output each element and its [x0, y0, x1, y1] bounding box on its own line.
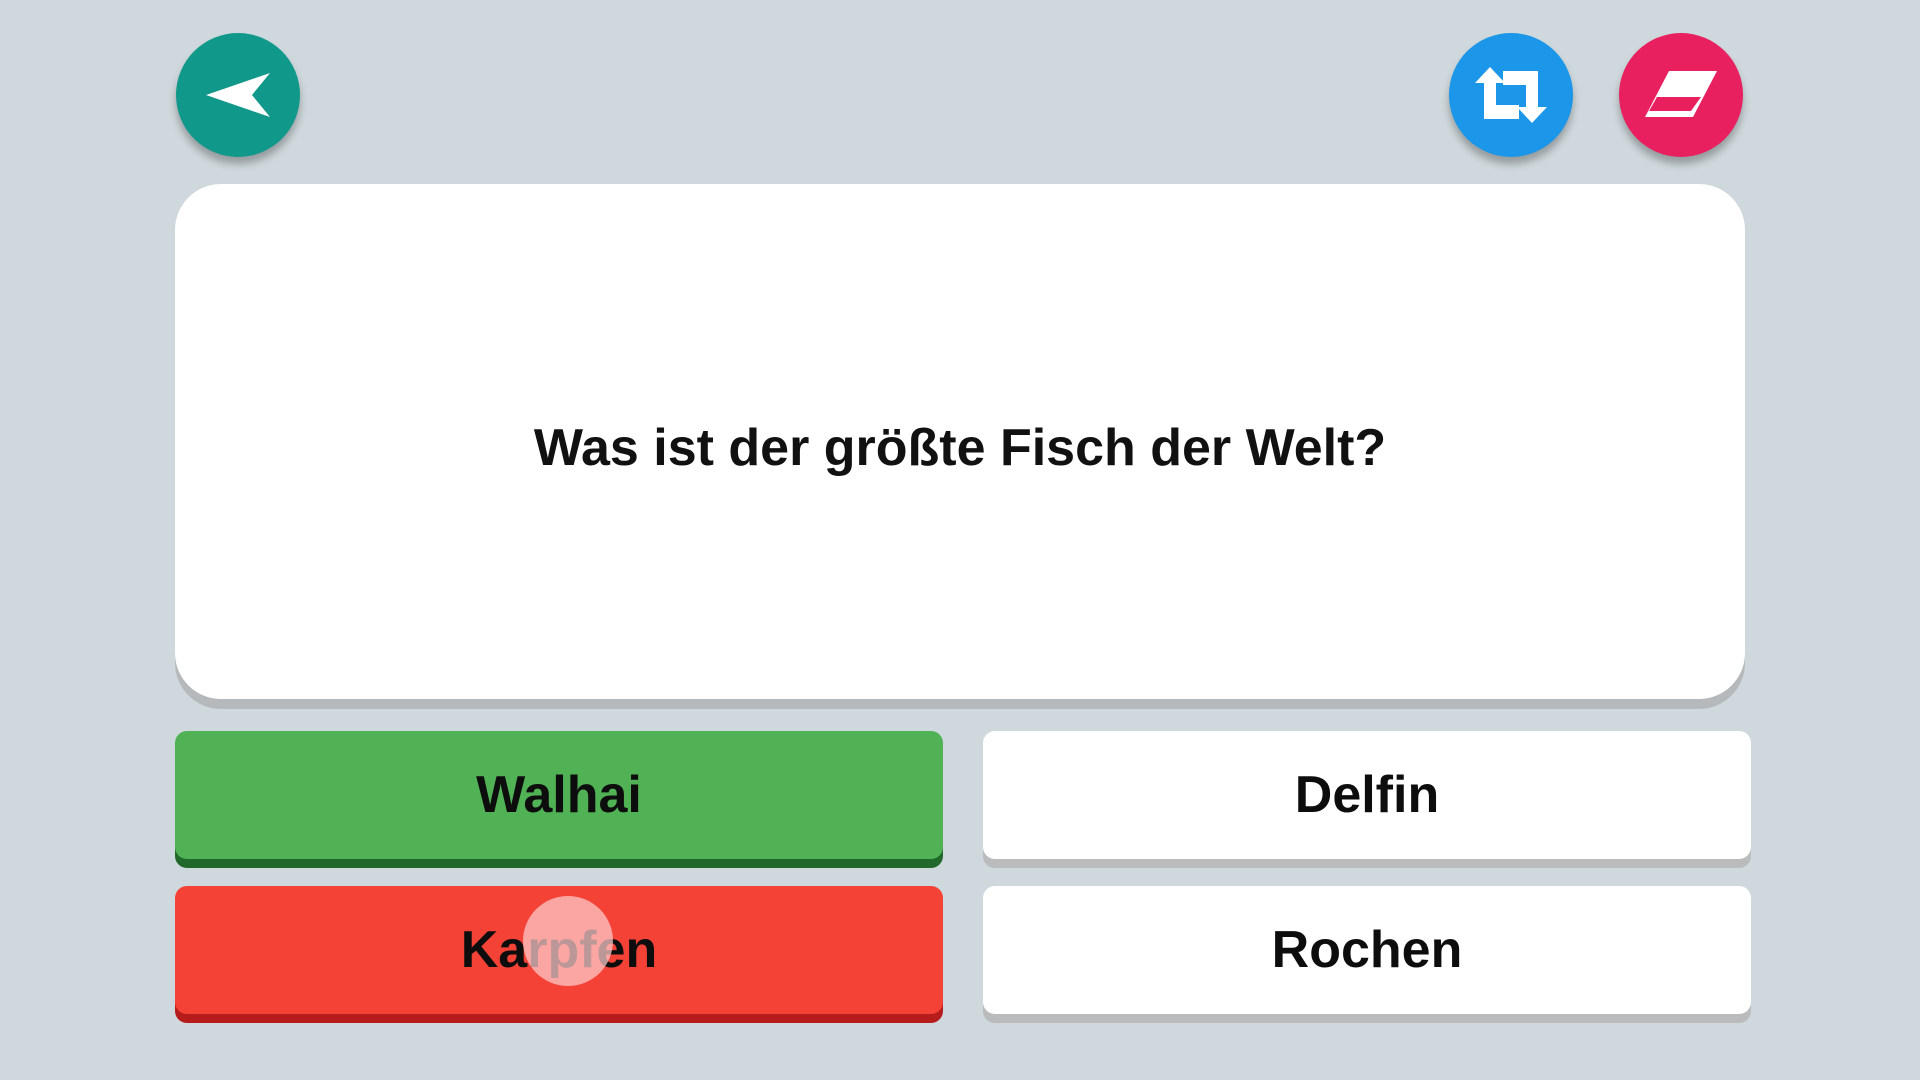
question-text: Was ist der größte Fisch der Welt?: [533, 418, 1387, 477]
repeat-icon: [1469, 63, 1553, 127]
answer-option-4[interactable]: Rochen: [983, 886, 1751, 1014]
answer-option-3[interactable]: Karpfen: [175, 886, 943, 1014]
arrow-back-icon: [204, 70, 272, 120]
answer-label: Karpfen: [460, 921, 658, 979]
erase-button[interactable]: [1619, 33, 1743, 157]
answer-option-2[interactable]: Delfin: [983, 731, 1751, 859]
eraser-icon: [1641, 67, 1721, 123]
shuffle-button[interactable]: [1449, 33, 1573, 157]
answer-label: Rochen: [1271, 921, 1463, 979]
answer-option-1[interactable]: Walhai: [175, 731, 943, 859]
answer-label: Delfin: [1294, 766, 1440, 824]
back-button[interactable]: [176, 33, 300, 157]
question-card: Was ist der größte Fisch der Welt?: [175, 184, 1745, 699]
answer-label: Walhai: [476, 766, 642, 824]
